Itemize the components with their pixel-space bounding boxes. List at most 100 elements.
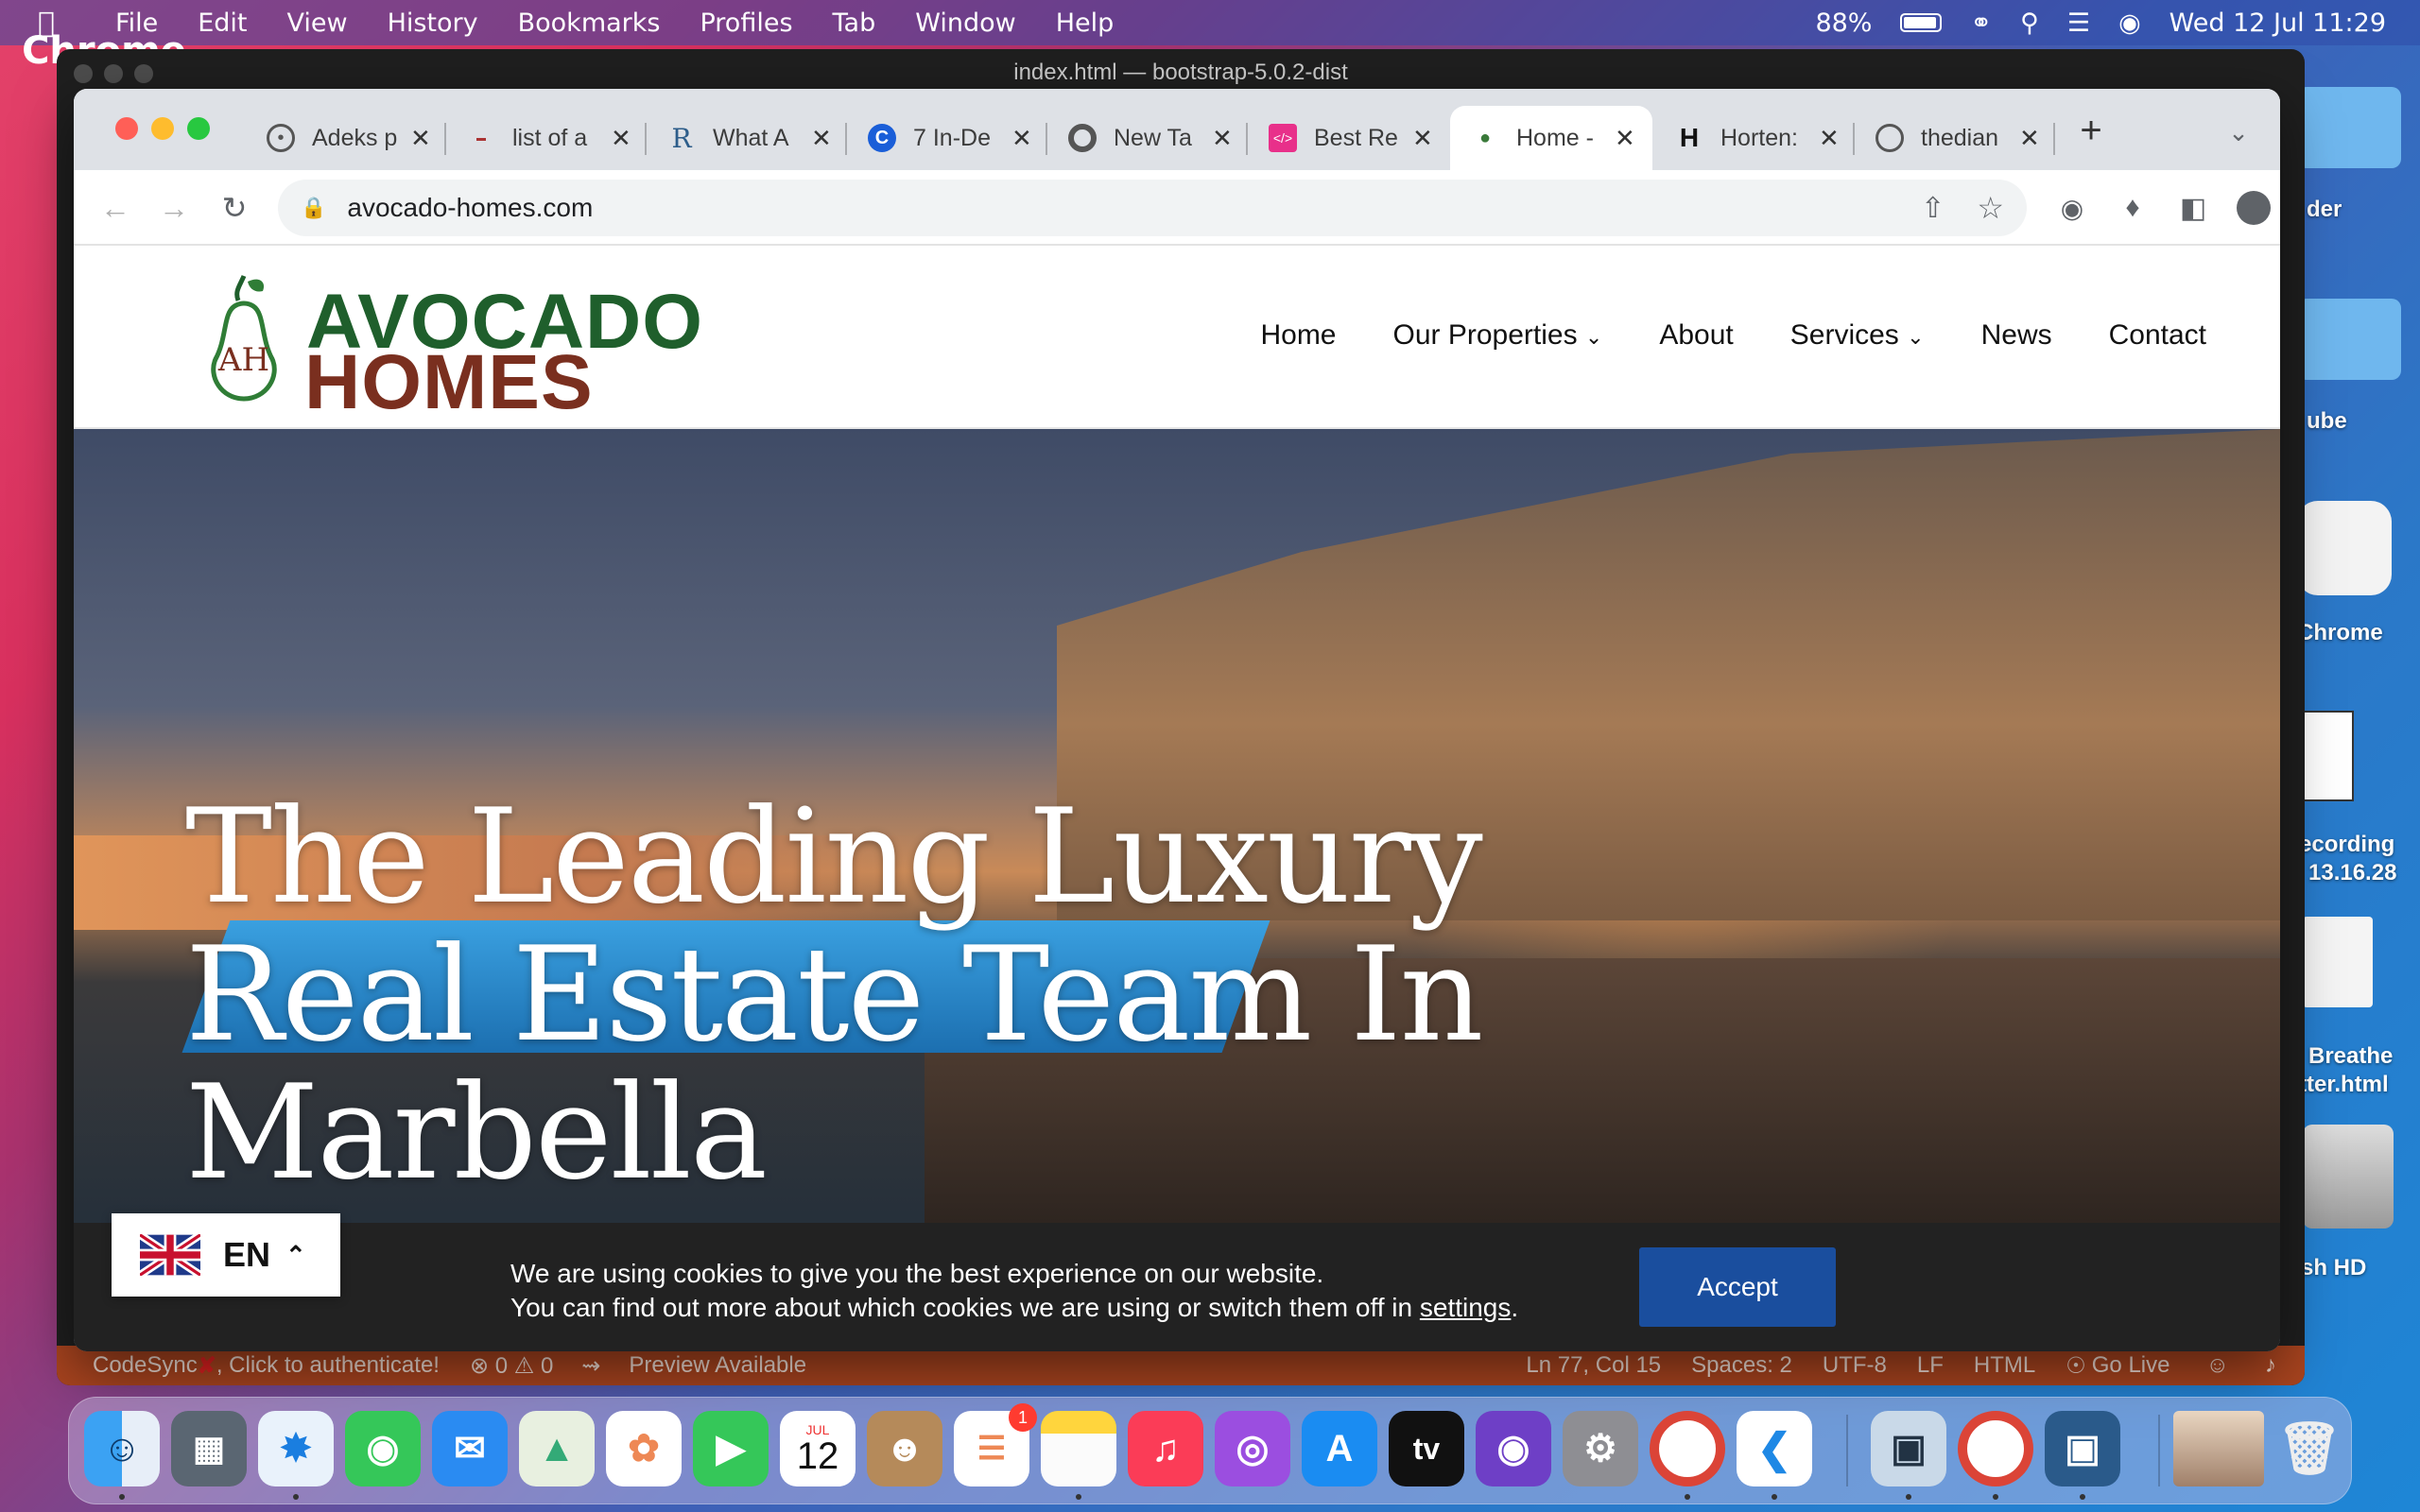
tab-best-re[interactable]: </> Best Re ✕ [1248,106,1448,170]
extensions-puzzle-icon[interactable]: ♦ [2110,185,2155,231]
calendar-icon[interactable]: JUL 12 [780,1411,856,1486]
tab-search-chevron-icon[interactable]: ⌄ [2216,110,2261,155]
battery-icon[interactable] [1900,13,1943,32]
chrome-app-icon[interactable] [2297,501,2392,595]
close-tab-icon[interactable]: ✕ [1819,124,1840,153]
lock-icon[interactable]: 🔒 [301,196,326,220]
messages-icon[interactable]: ◉ [345,1411,421,1486]
close-tab-icon[interactable]: ✕ [2019,124,2040,153]
address-bar[interactable]: 🔒 avocado-homes.com ⇧ ☆ [278,180,2027,236]
facetime-icon[interactable]: ▶ [693,1411,769,1486]
menu-history[interactable]: History [388,9,478,38]
downloads-stack-icon[interactable] [2173,1411,2264,1486]
share-icon[interactable]: ⇧ [1921,192,1945,225]
nav-about[interactable]: About [1659,319,1733,352]
accept-cookies-button[interactable]: Accept [1639,1247,1836,1327]
menu-edit[interactable]: Edit [198,9,247,38]
back-arrow-icon[interactable]: ← [93,185,138,231]
close-tab-icon[interactable]: ✕ [811,124,832,153]
chrome-dock-icon[interactable] [1650,1411,1725,1486]
podcasts-icon[interactable]: ◎ [1215,1411,1290,1486]
close-tab-icon[interactable]: ✕ [1212,124,1233,153]
preview-icon[interactable]: ▣ [1871,1411,1946,1486]
close-tab-icon[interactable]: ✕ [410,124,431,153]
language-mode[interactable]: HTML [1974,1352,2035,1379]
menu-window[interactable]: Window [915,9,1015,38]
clock[interactable]: Wed 12 Jul 11:29 [2169,9,2386,38]
recording-thumbnail-icon[interactable] [2303,711,2354,801]
control-center-icon[interactable]: ☰ [2067,9,2090,38]
tab-horten[interactable]: H Horten: ✕ [1654,106,1855,170]
close-tab-icon[interactable]: ✕ [1011,124,1032,153]
codesync-auth[interactable]: , Click to authenticate! [216,1352,440,1379]
finder-icon[interactable]: ☺ [84,1411,160,1486]
url-text[interactable]: avocado-homes.com [347,193,593,223]
tab-list-of[interactable]: ▬ list of a ✕ [446,106,647,170]
minimize-window-button[interactable] [151,117,174,140]
system-preferences-gear-icon[interactable]: ⚙ [1563,1411,1638,1486]
codesync-status[interactable]: CodeSync [93,1352,198,1379]
encoding-status[interactable]: UTF-8 [1823,1352,1887,1379]
search-icon[interactable]: ⚲ [2020,9,2039,38]
chrome-profile-dock-icon[interactable] [1958,1411,2033,1486]
menu-help[interactable]: Help [1056,9,1115,38]
problems-status[interactable]: ⊗ 0 ⚠ 0 [470,1352,553,1380]
eol-status[interactable]: LF [1917,1352,1944,1379]
maps-icon[interactable]: ▲ [519,1411,595,1486]
notes-icon[interactable] [1041,1411,1116,1486]
bookmark-star-icon[interactable]: ☆ [1977,190,2004,226]
nav-our-properties[interactable]: Our Properties ⌄ [1393,319,1603,352]
bracket-app-icon[interactable]: ▣ [2045,1411,2120,1486]
tab-new-tab[interactable]: New Ta ✕ [1047,106,1248,170]
folder-icon[interactable] [2297,87,2401,168]
notifications-bell-icon[interactable]: ♪ [2265,1352,2276,1379]
menu-view[interactable]: View [286,9,347,38]
forward-arrow-icon[interactable]: → [151,185,197,231]
indentation-status[interactable]: Spaces: 2 [1691,1352,1792,1379]
launchpad-icon[interactable]: ▦ [171,1411,247,1486]
nav-news[interactable]: News [1981,319,2052,352]
tab-thedian[interactable]: thedian ✕ [1855,106,2055,170]
language-switcher[interactable]: EN ⌃ [112,1213,340,1297]
github-desktop-icon[interactable]: ◉ [1476,1411,1551,1486]
menu-bookmarks[interactable]: Bookmarks [518,9,661,38]
tab-adeks[interactable]: • Adeks p ✕ [246,106,446,170]
mail-icon[interactable]: ✉ [432,1411,508,1486]
nav-contact[interactable]: Contact [2109,319,2206,352]
contacts-icon[interactable]: ☻ [867,1411,942,1486]
avocado-logo-icon[interactable]: AH [206,272,282,403]
side-panel-icon[interactable]: ◧ [2170,185,2216,231]
html-file-icon[interactable] [2303,917,2373,1007]
reload-icon[interactable]: ↻ [212,185,257,231]
preview-status[interactable]: Preview Available [629,1352,806,1379]
photos-icon[interactable]: ✿ [606,1411,682,1486]
close-tab-icon[interactable]: ✕ [1615,124,1635,153]
app-store-icon[interactable]: A [1302,1411,1377,1486]
hard-drive-icon[interactable] [2303,1125,2394,1228]
tab-what-a[interactable]: R What A ✕ [647,106,847,170]
close-window-button[interactable] [115,117,138,140]
logo-text-homes[interactable]: HOMES [304,344,594,421]
camera-icon[interactable]: ◉ [2049,185,2095,231]
close-tab-icon[interactable]: ✕ [611,124,631,153]
menu-profiles[interactable]: Profiles [700,9,792,38]
menu-tab[interactable]: Tab [833,9,876,38]
zoom-window-button[interactable] [187,117,210,140]
cursor-position[interactable]: Ln 77, Col 15 [1526,1352,1661,1379]
cookie-settings-link[interactable]: settings [1420,1293,1512,1322]
close-tab-icon[interactable]: ✕ [1412,124,1433,153]
trash-icon[interactable]: 🗑 [2272,1411,2347,1486]
music-icon[interactable]: ♫ [1128,1411,1203,1486]
nav-home[interactable]: Home [1260,319,1336,352]
tab-7-in-depth[interactable]: C 7 In-De ✕ [847,106,1047,170]
profile-avatar-icon[interactable] [2231,185,2276,231]
nav-services[interactable]: Services ⌄ [1790,319,1925,352]
tab-home-active[interactable]: ● Home - ✕ [1450,106,1652,170]
link-icon[interactable]: ⚭ [1970,9,1992,38]
apple-tv-icon[interactable]: tv [1389,1411,1464,1486]
live-share-icon[interactable]: ⇝ [581,1352,600,1380]
go-live-button[interactable]: Go Live [2092,1352,2170,1379]
new-tab-plus-icon[interactable]: + [2068,108,2114,153]
vscode-icon[interactable]: ❮ [1737,1411,1812,1486]
go-live-icon[interactable]: ☉ [2066,1352,2086,1380]
